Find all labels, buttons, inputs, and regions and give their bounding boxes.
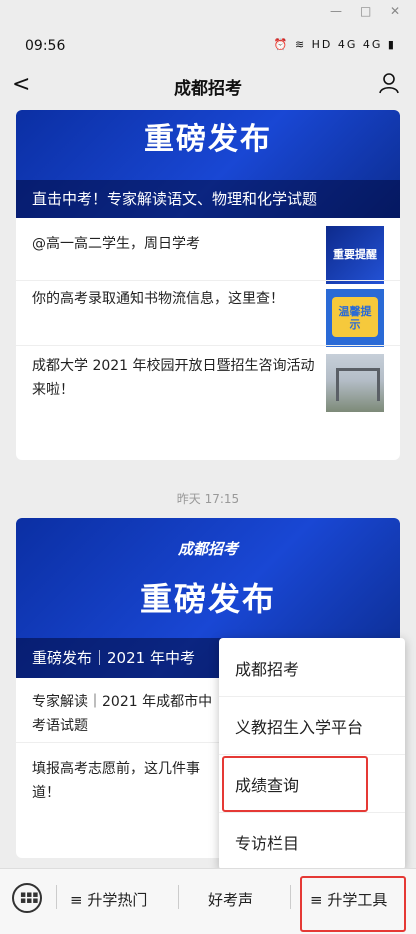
page-title: 成都招考: [174, 79, 242, 99]
thumbnail-text: 重要提醒: [333, 248, 377, 261]
status-icons: ⏰ ≋ HD 4G 4G ▮: [273, 38, 396, 51]
list-item[interactable]: 你的高考录取通知书物流信息，这里查！ 温馨提示: [16, 280, 400, 347]
highlight-box-score-query: [222, 756, 368, 812]
list-item-title: 填报高考志愿前，这几件事道！: [32, 761, 200, 801]
list-item-title: 成都大学 2021 年校园开放日暨招生咨询活动来啦！: [32, 358, 315, 398]
maximize-icon[interactable]: □: [360, 4, 371, 18]
menu-item-enrollment-platform[interactable]: 义教招生入学平台: [219, 696, 405, 755]
account-menu-popup: 成都招考 义教招生入学平台 成绩查询 专访栏目: [219, 638, 405, 870]
timestamp: 昨天 17:15: [176, 492, 240, 506]
banner-headline: 重磅发布: [139, 580, 276, 618]
menu-item-chengdu-zhaokao[interactable]: 成都招考: [219, 638, 405, 697]
status-time: 09:56: [25, 38, 66, 54]
minimize-icon[interactable]: —: [330, 4, 342, 18]
article-card-1: 重磅发布 直击中考！专家解读语文、物理和化学试题 @高一高二学生，周日学考 重要…: [16, 110, 400, 460]
campus-gate-image: [326, 354, 384, 412]
list-item-title: 你的高考录取通知书物流信息，这里查！: [32, 291, 284, 307]
status-bar: 09:56 ⏰ ≋ HD 4G 4G ▮: [0, 32, 416, 60]
menu-item-label: 成都招考: [235, 660, 300, 679]
window-bar: — □ ✕: [0, 0, 416, 24]
list-item[interactable]: 成都大学 2021 年校园开放日暨招生咨询活动来啦！: [16, 345, 400, 416]
close-icon[interactable]: ✕: [390, 4, 400, 18]
list-item[interactable]: @高一高二学生，周日学考 重要提醒: [16, 218, 400, 284]
highlight-box-tools: [300, 876, 406, 932]
menu-item-label: 专访栏目: [235, 834, 300, 853]
banner-caption: 直击中考！专家解读语文、物理和化学试题: [16, 180, 400, 218]
menu-tab-hot[interactable]: ≡ 升学热门: [70, 889, 147, 910]
list-item-thumbnail: 温馨提示: [326, 289, 384, 347]
thumbnail-text: 温馨提示: [338, 305, 372, 331]
list-item-thumbnail: 重要提醒: [326, 226, 384, 284]
list-item-title: 专家解读｜2021 年成都市中考语试题: [32, 694, 213, 734]
menu-item-label: 义教招生入学平台: [235, 718, 364, 737]
nav-bar: < 成都招考: [0, 62, 416, 108]
article-banner-1[interactable]: 重磅发布 直击中考！专家解读语文、物理和化学试题: [16, 110, 400, 218]
menu-item-interview-column[interactable]: 专访栏目: [219, 812, 405, 870]
profile-icon[interactable]: [378, 72, 400, 94]
keyboard-icon[interactable]: ▪▪▪ ▪▪▪: [12, 883, 42, 913]
banner-logo: 成都招考: [177, 540, 238, 558]
list-item-title: @高一高二学生，周日学考: [32, 236, 200, 252]
menu-tab-haokaosheng[interactable]: 好考声: [208, 889, 253, 910]
banner-headline: 重磅发布: [144, 122, 272, 157]
